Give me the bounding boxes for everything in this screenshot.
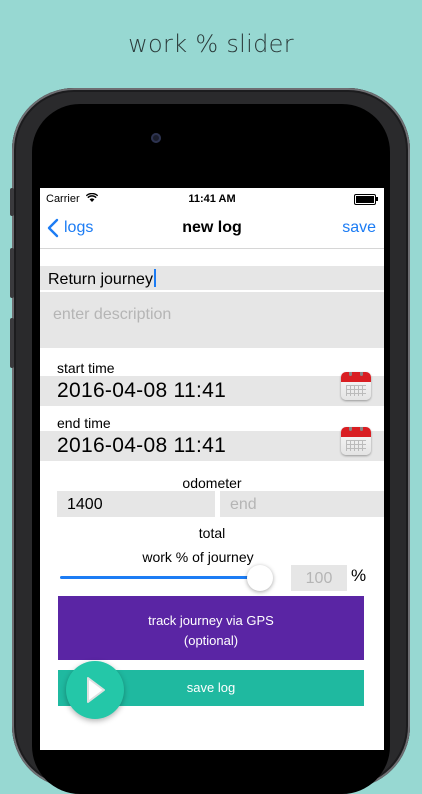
odometer-start-input[interactable]: 1400 [57, 491, 215, 517]
save-button[interactable]: save [342, 219, 376, 237]
play-icon [87, 677, 105, 703]
odometer-end-input[interactable]: end [220, 491, 384, 517]
track-gps-label: track journey via GPS [148, 613, 274, 628]
play-button[interactable] [66, 661, 124, 719]
text-caret [153, 269, 156, 287]
odometer-label: odometer [182, 475, 242, 491]
phone-volume-up [10, 248, 14, 298]
status-bar: Carrier 11:41 AM [40, 188, 384, 208]
phone-mute-switch [10, 188, 14, 216]
start-time-value: 2016-04-08 11:41 [57, 379, 227, 402]
battery-icon [354, 194, 378, 205]
work-percent-input-placeholder: 100 [305, 570, 333, 587]
work-percent-slider-handle[interactable] [247, 565, 273, 591]
work-percent-slider-track[interactable] [60, 576, 260, 579]
odometer-end-placeholder: end [230, 496, 257, 513]
odometer-start-value: 1400 [67, 496, 103, 513]
track-gps-button[interactable]: track journey via GPS (optional) [58, 596, 364, 660]
front-camera [151, 133, 161, 143]
end-time-value: 2016-04-08 11:41 [57, 434, 227, 457]
title-input-value: Return journey [48, 271, 153, 288]
promo-headline: work % slider [128, 30, 294, 58]
total-label: total [198, 525, 226, 541]
title-input[interactable]: Return journey [40, 266, 384, 290]
phone-volume-down [10, 318, 14, 368]
work-percent-input[interactable]: 100 [291, 565, 347, 591]
description-input[interactable]: enter description [40, 292, 384, 348]
track-gps-sublabel: (optional) [183, 633, 239, 648]
calendar-icon[interactable] [341, 427, 371, 455]
page-title: new log [182, 219, 242, 236]
percent-sign: % [351, 566, 367, 585]
work-percent-label: work % of journey [142, 549, 254, 565]
calendar-icon[interactable] [341, 372, 371, 400]
description-placeholder: enter description [53, 306, 172, 323]
start-time-label: start time [57, 360, 115, 376]
end-time-label: end time [57, 415, 111, 431]
navigation-bar: logs new log save [40, 208, 384, 249]
status-time: 11:41 AM [188, 193, 236, 205]
